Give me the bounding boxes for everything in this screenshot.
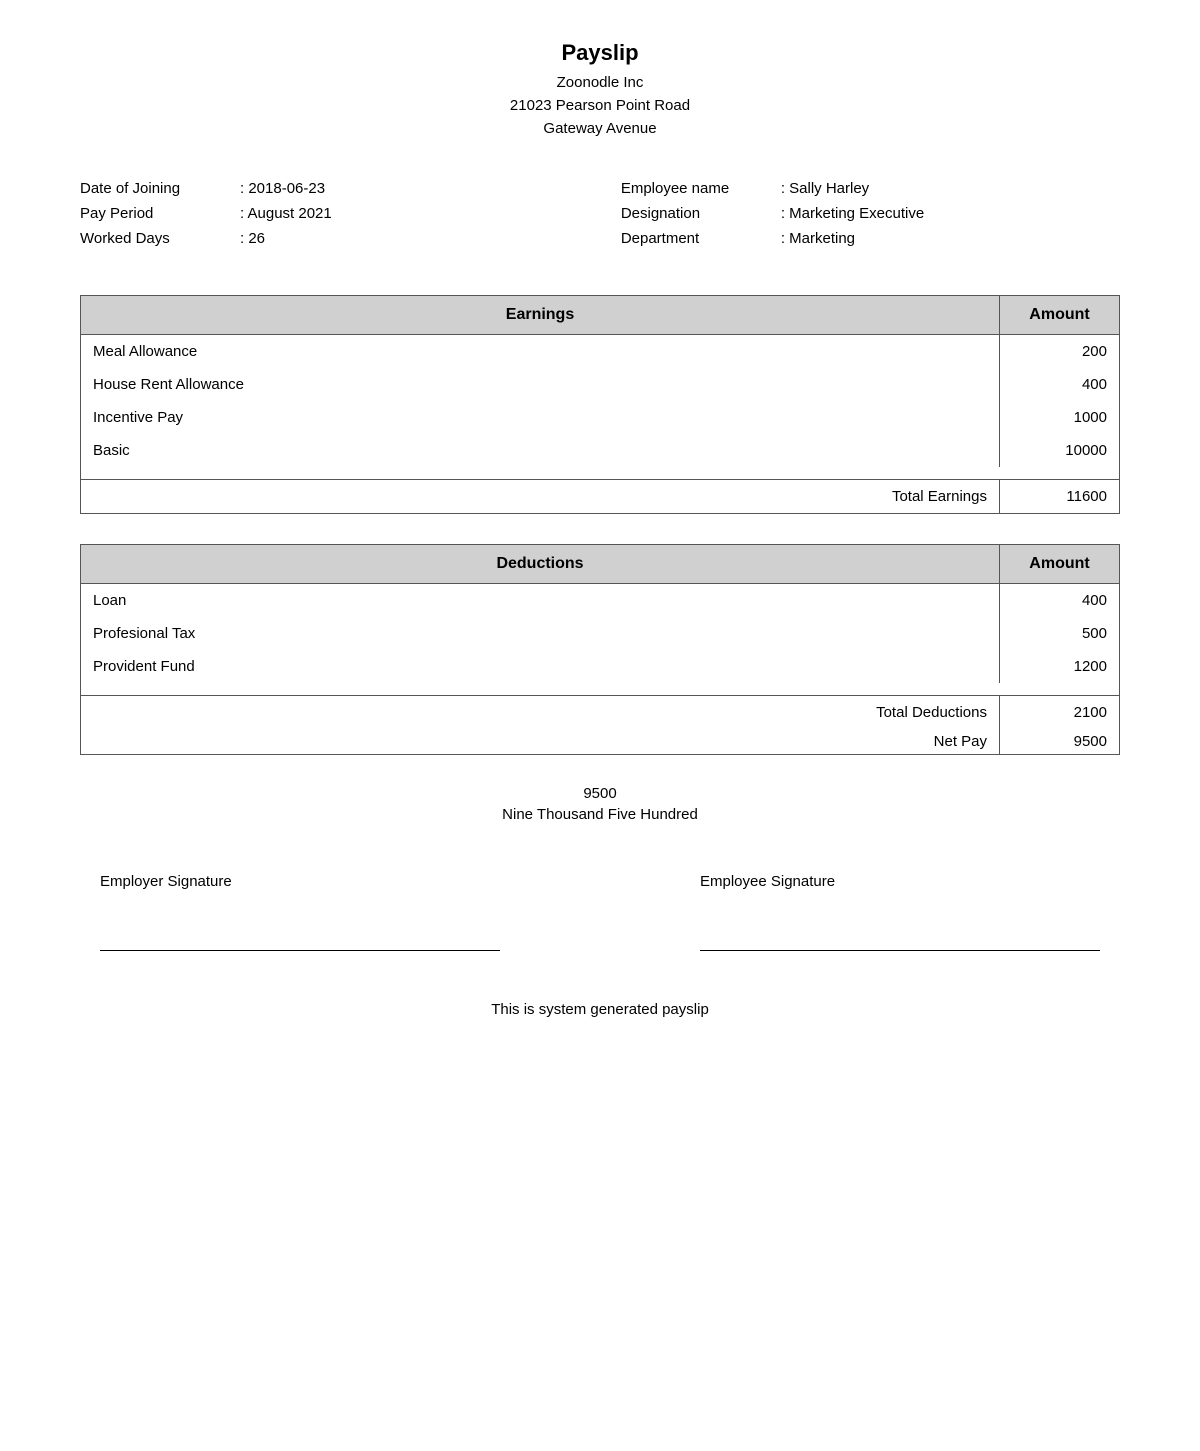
employee-name-label: Employee name	[621, 180, 781, 197]
deductions-row-amount: 500	[1000, 617, 1120, 650]
net-pay-row: Net Pay 9500	[81, 729, 1120, 755]
total-deductions-row: Total Deductions 2100	[81, 696, 1120, 730]
earnings-section: Earnings Amount Meal Allowance 200 House…	[80, 295, 1120, 514]
company-name: Zoonodle Inc	[80, 74, 1120, 91]
employee-name-value: : Sally Harley	[781, 180, 869, 197]
footer-text: This is system generated payslip	[491, 1001, 709, 1018]
net-pay-amount: 9500	[1000, 729, 1120, 755]
date-of-joining-value: : 2018-06-23	[240, 180, 325, 197]
employer-signature-label: Employer Signature	[100, 873, 500, 890]
address-line2: Gateway Avenue	[543, 120, 656, 137]
department-label: Department	[621, 230, 781, 247]
info-right: Employee name : Sally Harley Designation…	[621, 180, 1120, 255]
earnings-row-amount: 200	[1000, 335, 1120, 369]
info-left: Date of Joining : 2018-06-23 Pay Period …	[80, 180, 579, 255]
deductions-row-amount: 1200	[1000, 650, 1120, 683]
total-earnings-row: Total Earnings 11600	[81, 480, 1120, 514]
date-of-joining-row: Date of Joining : 2018-06-23	[80, 180, 579, 197]
deductions-row-label: Loan	[81, 584, 1000, 618]
total-deductions-amount: 2100	[1000, 696, 1120, 730]
net-number: 9500	[80, 785, 1120, 802]
employer-signature-block: Employer Signature	[100, 873, 500, 951]
earnings-row: Meal Allowance 200	[81, 335, 1120, 369]
deductions-row: Provident Fund 1200	[81, 650, 1120, 683]
earnings-amount-header: Amount	[1000, 296, 1120, 335]
date-of-joining-label: Date of Joining	[80, 180, 240, 197]
earnings-row: House Rent Allowance 400	[81, 368, 1120, 401]
earnings-table: Earnings Amount Meal Allowance 200 House…	[80, 295, 1120, 514]
total-earnings-amount: 11600	[1000, 480, 1120, 514]
worked-days-value: : 26	[240, 230, 265, 247]
pay-period-row: Pay Period : August 2021	[80, 205, 579, 222]
employee-info-section: Date of Joining : 2018-06-23 Pay Period …	[80, 180, 1120, 255]
address-line1: 21023 Pearson Point Road	[510, 97, 690, 114]
deductions-row: Loan 400	[81, 584, 1120, 618]
employee-name-row: Employee name : Sally Harley	[621, 180, 1120, 197]
earnings-row-amount: 10000	[1000, 434, 1120, 467]
employer-signature-line	[100, 950, 500, 951]
earnings-row: Basic 10000	[81, 434, 1120, 467]
net-pay-label: Net Pay	[81, 729, 1000, 755]
department-row: Department : Marketing	[621, 230, 1120, 247]
company-address: 21023 Pearson Point Road Gateway Avenue	[80, 95, 1120, 140]
page-title: Payslip	[80, 40, 1120, 66]
earnings-row-label: Meal Allowance	[81, 335, 1000, 369]
payslip-header: Payslip Zoonodle Inc 21023 Pearson Point…	[80, 40, 1120, 140]
worked-days-label: Worked Days	[80, 230, 240, 247]
deductions-row-label: Provident Fund	[81, 650, 1000, 683]
deductions-section: Deductions Amount Loan 400 Profesional T…	[80, 544, 1120, 755]
earnings-row-amount: 400	[1000, 368, 1120, 401]
signature-section: Employer Signature Employee Signature	[80, 873, 1120, 951]
designation-label: Designation	[621, 205, 781, 222]
deductions-amount-header: Amount	[1000, 545, 1120, 584]
employee-signature-block: Employee Signature	[700, 873, 1100, 951]
designation-row: Designation : Marketing Executive	[621, 205, 1120, 222]
earnings-row-label: House Rent Allowance	[81, 368, 1000, 401]
worked-days-row: Worked Days : 26	[80, 230, 579, 247]
deductions-row-amount: 400	[1000, 584, 1120, 618]
pay-period-label: Pay Period	[80, 205, 240, 222]
earnings-row: Incentive Pay 1000	[81, 401, 1120, 434]
total-deductions-label: Total Deductions	[81, 696, 1000, 730]
deductions-row: Profesional Tax 500	[81, 617, 1120, 650]
deductions-header: Deductions	[81, 545, 1000, 584]
designation-value: : Marketing Executive	[781, 205, 924, 222]
net-words: Nine Thousand Five Hundred	[80, 806, 1120, 823]
earnings-row-amount: 1000	[1000, 401, 1120, 434]
total-earnings-label: Total Earnings	[81, 480, 1000, 514]
employee-signature-label: Employee Signature	[700, 873, 1100, 890]
earnings-row-label: Basic	[81, 434, 1000, 467]
department-value: : Marketing	[781, 230, 855, 247]
deductions-row-label: Profesional Tax	[81, 617, 1000, 650]
net-amount-section: 9500 Nine Thousand Five Hundred	[80, 785, 1120, 823]
footer: This is system generated payslip	[80, 1001, 1120, 1018]
pay-period-value: : August 2021	[240, 205, 332, 222]
employee-signature-line	[700, 950, 1100, 951]
earnings-row-label: Incentive Pay	[81, 401, 1000, 434]
deductions-table: Deductions Amount Loan 400 Profesional T…	[80, 544, 1120, 755]
earnings-header: Earnings	[81, 296, 1000, 335]
